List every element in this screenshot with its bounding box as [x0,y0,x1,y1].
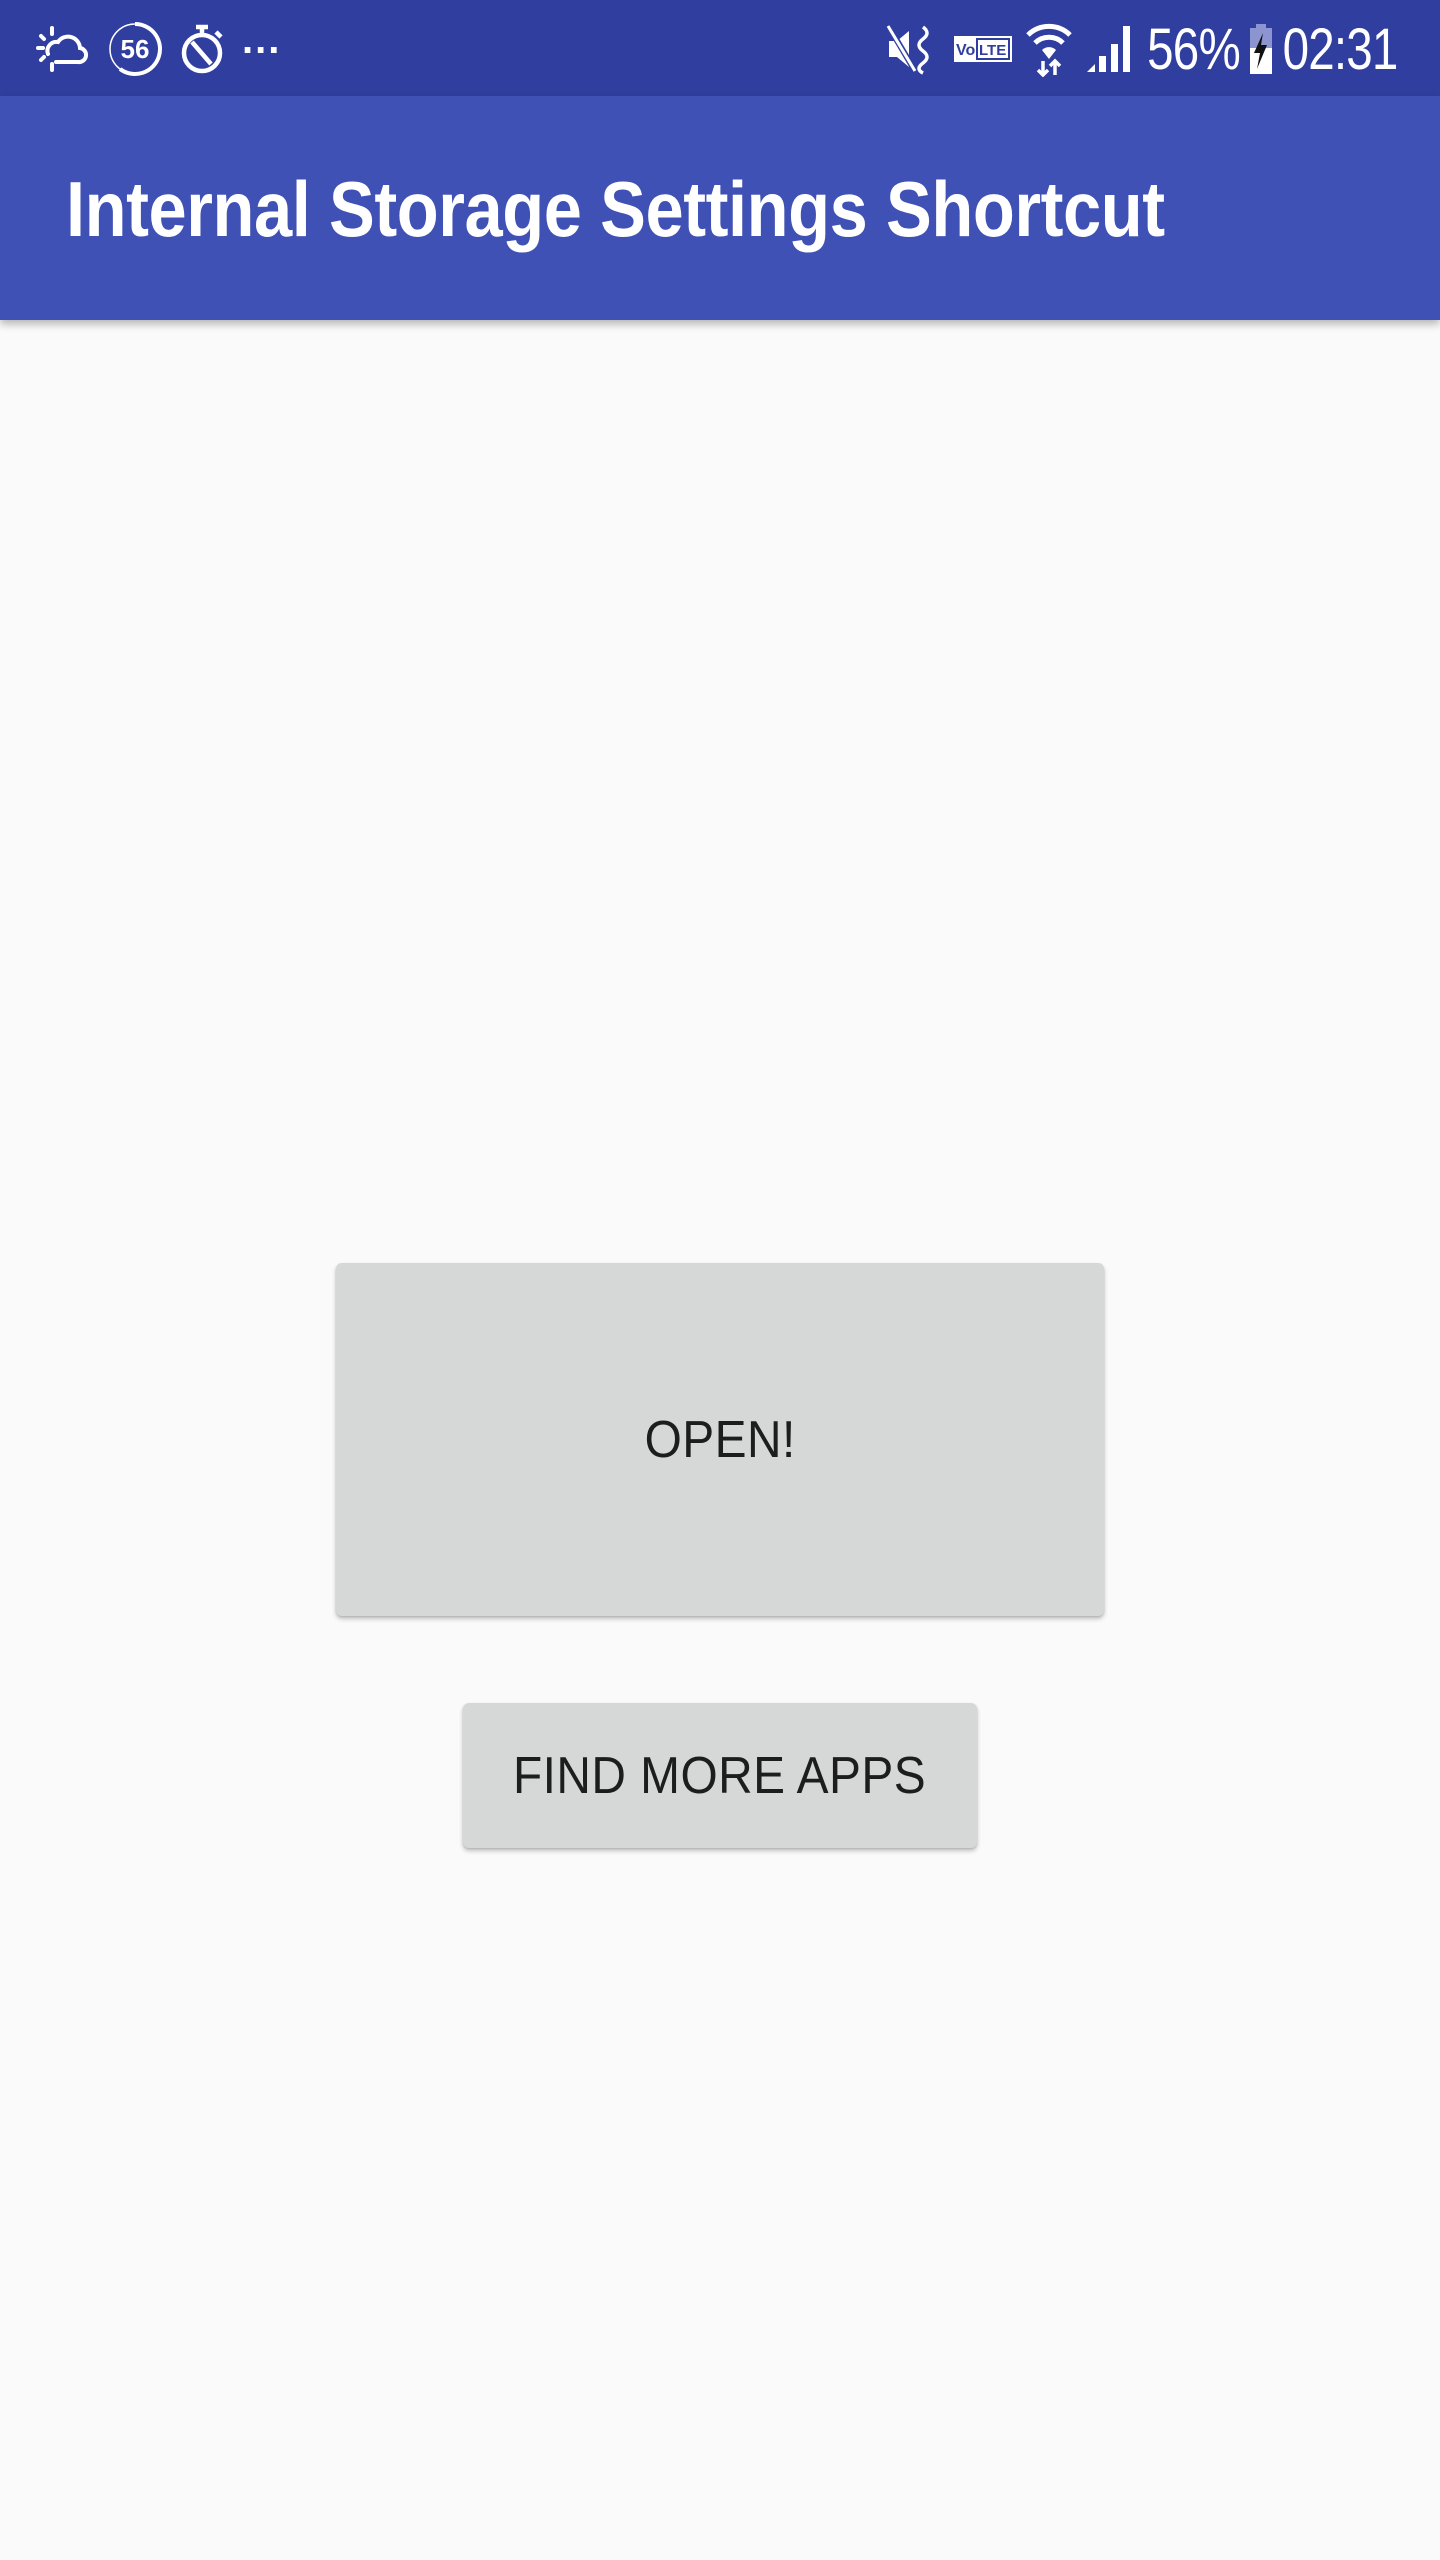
cell-signal-icon [1085,24,1135,74]
mute-vibrate-icon [885,23,941,75]
find-more-apps-button[interactable]: FIND MORE APPS [463,1703,977,1848]
wifi-icon [1025,21,1073,77]
status-right-icons: Vo LTE 56% 02:31 [885,14,1410,84]
battery-charging-icon [1248,23,1274,75]
svg-text:LTE: LTE [979,42,1006,59]
open-button[interactable]: OPEN! [336,1263,1104,1616]
find-more-apps-label: FIND MORE APPS [513,1746,927,1805]
battery-percent: 56% [1146,16,1241,82]
clock: 02:31 [1282,16,1398,82]
open-button-label: OPEN! [644,1410,796,1469]
stopwatch-icon [178,22,228,76]
svg-text:Vo: Vo [956,42,975,59]
weather-partly-cloudy-icon [34,24,92,74]
svg-text:56: 56 [121,34,150,64]
status-left-icons: 56 ... [34,17,282,78]
app-title: Internal Storage Settings Shortcut [66,165,1165,253]
status-bar: 56 ... Vo LTE 56% 02:31 [0,0,1440,96]
volte-icon: Vo LTE [953,35,1013,63]
more-notifications-icon: ... [242,17,282,62]
notification-count-icon: 56 [106,20,164,78]
app-bar: Internal Storage Settings Shortcut [0,96,1440,320]
